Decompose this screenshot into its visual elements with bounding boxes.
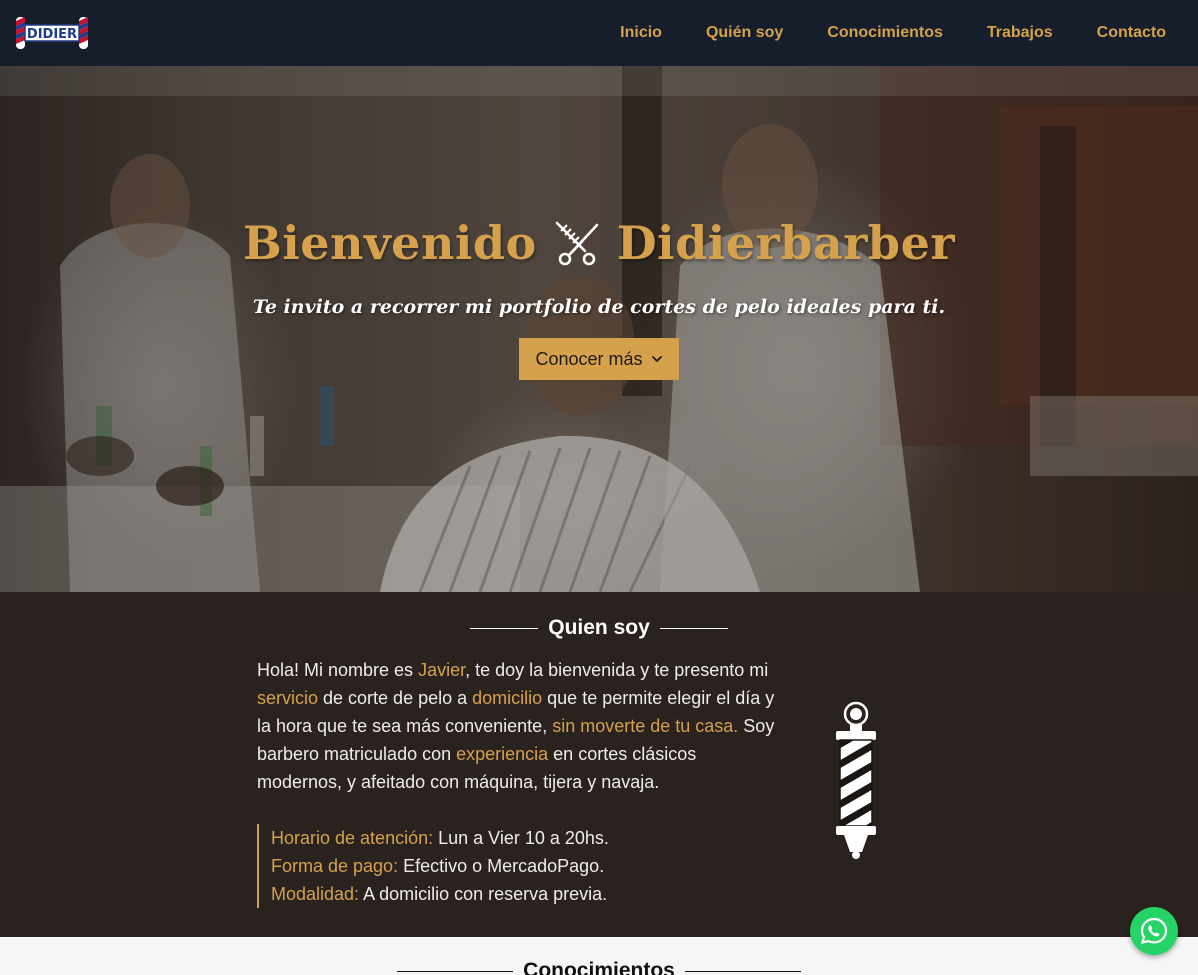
info-label: Horario de atención:: [271, 828, 434, 848]
logo-text: DIDIER: [27, 27, 77, 42]
info-value: Efectivo o MercadoPago.: [398, 856, 605, 876]
highlight-text: domicilio: [472, 688, 543, 708]
heading-divider-right: [659, 627, 728, 629]
info-block: Horario de atención: Lun a Vier 10 a 20h…: [257, 824, 609, 908]
info-row-pago: Forma de pago: Efectivo o MercadoPago.: [271, 852, 609, 880]
highlight-text: sin moverte de tu casa.: [552, 716, 739, 736]
hero-title: Bienvenido Didierbarber: [0, 216, 1198, 270]
hero-content: Bienvenido Didierbarber Te invito a reco…: [0, 66, 1198, 592]
nav-conocimientos[interactable]: Conocimientos: [827, 24, 943, 42]
about-heading: Quien soy: [0, 616, 1198, 640]
heading-divider-right: [684, 970, 801, 972]
highlight-text: Javier: [418, 660, 466, 680]
about-heading-text: Quien soy: [548, 616, 650, 639]
about-section: Quien soy Hola! Mi nombre es Javier, te …: [0, 592, 1198, 937]
chevron-down-icon: [651, 356, 662, 362]
info-row-modalidad: Modalidad: A domicilio con reserva previ…: [271, 880, 609, 908]
scissors-comb-icon: [555, 221, 599, 266]
knowledge-heading: Conocimientos: [0, 959, 1198, 975]
heading-divider-left: [470, 627, 539, 629]
main-nav: Inicio Quién soy Conocimientos Trabajos …: [620, 0, 1166, 66]
cta-label: Conocer más: [535, 348, 643, 369]
logo-icon[interactable]: DIDIER: [16, 15, 88, 51]
highlight-text: experiencia: [456, 744, 549, 764]
hero-subtitle: Te invito a recorrer mi portfolio de cor…: [252, 296, 946, 318]
nav-contacto[interactable]: Contacto: [1097, 24, 1166, 42]
whatsapp-button[interactable]: [1130, 907, 1178, 955]
knowledge-heading-text: Conocimientos: [523, 959, 675, 975]
paragraph-text: de corte de pelo a: [318, 688, 473, 708]
hero-title-left: Bienvenido: [242, 216, 537, 270]
navbar: DIDIER Inicio Quién soy Conocimientos Tr…: [0, 0, 1198, 66]
info-value: Lun a Vier 10 a 20hs.: [433, 828, 609, 848]
hero-section: Bienvenido Didierbarber Te invito a reco…: [0, 66, 1198, 592]
nav-inicio[interactable]: Inicio: [620, 24, 662, 42]
conocer-mas-button[interactable]: Conocer más: [519, 338, 679, 380]
highlight-text: servicio: [257, 688, 319, 708]
heading-divider-left: [397, 970, 514, 972]
nav-trabajos[interactable]: Trabajos: [987, 24, 1053, 42]
info-row-horario: Horario de atención: Lun a Vier 10 a 20h…: [271, 824, 609, 852]
whatsapp-icon: [1140, 917, 1168, 944]
paragraph-text: Hola! Mi nombre es: [257, 660, 419, 680]
knowledge-section: Conocimientos: [0, 937, 1198, 975]
nav-quien-soy[interactable]: Quién soy: [706, 24, 783, 42]
barber-pole-icon: [836, 701, 876, 859]
about-paragraph: Hola! Mi nombre es Javier, te doy la bie…: [257, 656, 777, 796]
info-value: A domicilio con reserva previa.: [359, 884, 608, 904]
info-label: Modalidad:: [271, 884, 360, 904]
info-label: Forma de pago:: [271, 856, 399, 876]
hero-title-right: Didierbarber: [616, 216, 956, 270]
paragraph-text: , te doy la bienvenida y te presento mi: [465, 660, 769, 680]
